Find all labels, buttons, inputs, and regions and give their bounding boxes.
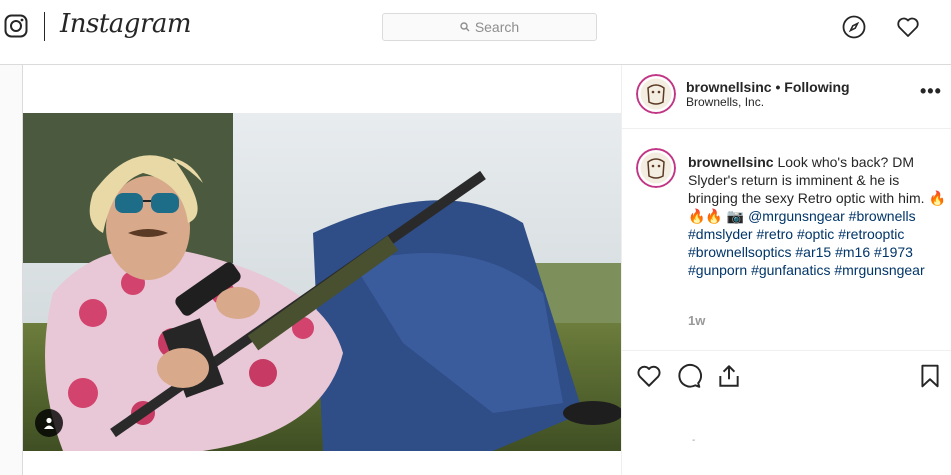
heart-icon[interactable]	[636, 363, 662, 389]
hashtag[interactable]: #optic	[797, 226, 834, 242]
search-input[interactable]: Search	[382, 13, 597, 41]
instagram-glyph-icon[interactable]	[4, 14, 28, 38]
avatar-image	[636, 148, 676, 188]
user-tag-button[interactable]	[35, 409, 63, 437]
hashtag[interactable]: #mrgunsngear	[834, 262, 924, 278]
compass-icon[interactable]	[842, 15, 866, 39]
hashtag[interactable]: #retro	[756, 226, 793, 242]
hashtag[interactable]: #gunfanatics	[751, 262, 830, 278]
caption-avatar[interactable]	[636, 148, 676, 188]
comment-icon[interactable]	[676, 363, 702, 389]
post-caption: brownellsinc Look who's back? DM Slyder'…	[688, 153, 948, 279]
hashtag[interactable]: #m16	[835, 244, 870, 260]
caption-username[interactable]: brownellsinc	[688, 154, 774, 170]
hashtag[interactable]: #brownells	[849, 208, 916, 224]
author-avatar[interactable]	[636, 74, 676, 114]
bookmark-icon[interactable]	[917, 363, 943, 389]
top-navigation-bar: Instagram Search	[0, 0, 951, 65]
hashtag[interactable]: #dmslyder	[688, 226, 753, 242]
author-separator: •	[775, 79, 781, 95]
logo-divider	[44, 12, 45, 41]
search-placeholder: Search	[474, 19, 520, 35]
post-card: brownellsinc • Following Brownells, Inc.…	[22, 65, 951, 475]
hashtag[interactable]: #1973	[874, 244, 913, 260]
hashtag[interactable]: #ar15	[795, 244, 831, 260]
hashtag[interactable]: #brownellsoptics	[688, 244, 792, 260]
user-tag-icon	[44, 417, 54, 429]
author-full-name: Brownells, Inc.	[686, 95, 765, 109]
hashtag[interactable]: #gunporn	[688, 262, 747, 278]
search-icon	[460, 22, 470, 32]
post-actions	[622, 350, 951, 404]
more-options-button[interactable]: •••	[920, 81, 942, 102]
author-line: brownellsinc • Following	[686, 79, 850, 95]
follow-status-button[interactable]: Following	[784, 79, 849, 95]
footer-mark: -	[692, 435, 696, 446]
share-icon[interactable]	[716, 363, 742, 389]
post-header: brownellsinc • Following Brownells, Inc.…	[622, 65, 951, 129]
post-image[interactable]	[23, 113, 621, 451]
post-timestamp[interactable]: 1w	[688, 313, 705, 328]
avatar-image	[636, 74, 676, 114]
hashtag[interactable]: #retrooptic	[838, 226, 904, 242]
instagram-wordmark[interactable]: Instagram	[60, 9, 192, 39]
heart-icon[interactable]	[896, 15, 920, 39]
post-sidebar: brownellsinc • Following Brownells, Inc.…	[621, 65, 951, 475]
caption-mention[interactable]: @mrgunsngear	[748, 208, 845, 224]
author-username[interactable]: brownellsinc	[686, 79, 772, 95]
post-photo	[23, 113, 621, 451]
